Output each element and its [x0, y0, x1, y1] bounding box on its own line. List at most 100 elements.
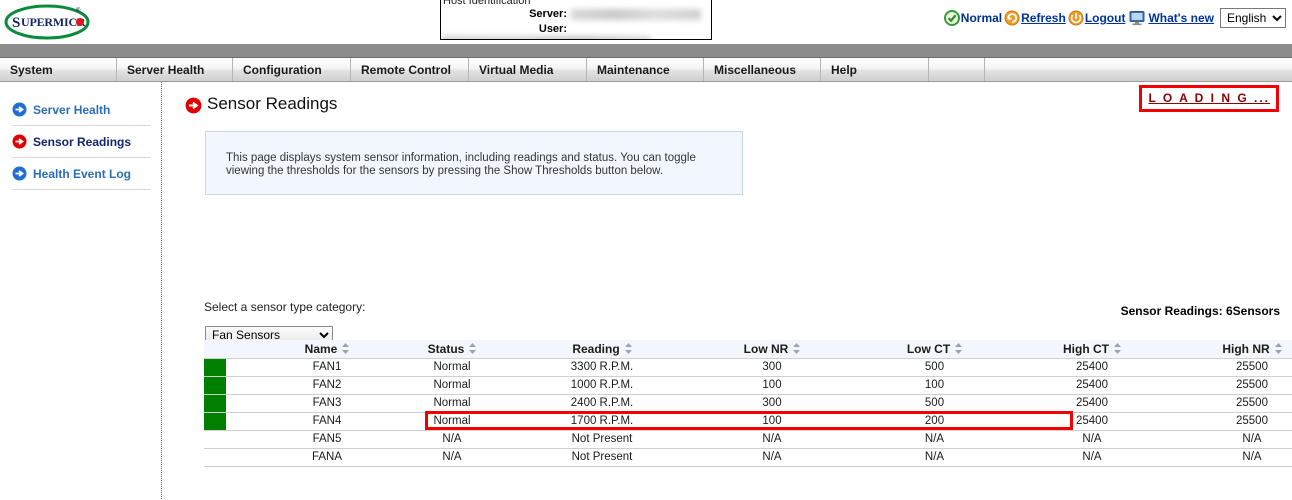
nav-label: Virtual Media: [479, 62, 554, 77]
cell-low-ct: 500: [857, 358, 1012, 377]
column-header-label: High NR: [1222, 341, 1270, 356]
cell-low-nr: N/A: [687, 448, 857, 467]
cell-reading: 1000 R.P.M.: [517, 376, 687, 395]
cell-name: FAN3: [267, 394, 387, 413]
arrow-right-red-icon: [185, 97, 202, 113]
sidebar-item-sensor-readings[interactable]: Sensor Readings: [12, 126, 151, 158]
sidebar-label: Server Health: [33, 102, 111, 117]
status-led-green: [204, 358, 226, 376]
host-user-row: User:: [441, 23, 711, 39]
loading-badge: L O A D I N G ...: [1139, 85, 1279, 112]
language-select[interactable]: English: [1220, 8, 1286, 28]
column-header-label: Reading: [572, 341, 620, 356]
cell-reading: Not Present: [517, 448, 687, 467]
info-text: This page displays system sensor informa…: [226, 152, 696, 177]
sort-arrows-icon: [793, 343, 801, 355]
cell-low-ct: 500: [857, 394, 1012, 413]
cell-high-nr: N/A: [1172, 430, 1292, 449]
cell-high-ct: N/A: [1012, 430, 1172, 449]
arrow-right-blue-icon: [12, 102, 27, 117]
column-header-high-nr[interactable]: High NR: [1172, 340, 1292, 359]
cell-low-nr: N/A: [687, 430, 857, 449]
column-header-high-ct[interactable]: High CT: [1012, 340, 1172, 359]
cell-high-nr: 25500: [1172, 358, 1292, 377]
table-row[interactable]: FAN2 Normal 1000 R.P.M. 100 100 25400 25…: [204, 376, 1292, 395]
table-row[interactable]: FAN3 Normal 2400 R.P.M. 300 500 25400 25…: [204, 394, 1292, 413]
column-header-label: Name: [304, 341, 338, 356]
cell-high-ct: 25400: [1012, 412, 1172, 431]
sidebar: Server Health Sensor Readings Health Eve…: [0, 82, 162, 499]
nav-label: Configuration: [243, 62, 322, 77]
cell-high-nr: 25500: [1172, 376, 1292, 395]
column-header-low-ct[interactable]: Low CT: [857, 340, 1012, 359]
nav-item-configuration[interactable]: Configuration: [233, 58, 351, 81]
page-title-text: Sensor Readings: [207, 94, 338, 113]
top-bar: S UPERMICR ® Host Identification Server:…: [0, 0, 1292, 44]
column-header-label: Low CT: [906, 341, 951, 356]
row-gap-cell: [227, 376, 267, 395]
table-row[interactable]: FANA N/A Not Present N/A N/A N/A N/A: [204, 448, 1292, 467]
row-gap-cell: [227, 412, 267, 431]
cell-low-nr: 100: [687, 376, 857, 395]
nav-item-server-health[interactable]: Server Health: [117, 58, 233, 81]
cell-low-nr: 300: [687, 394, 857, 413]
cell-high-nr: 25500: [1172, 412, 1292, 431]
host-identification-panel: Host Identification Server: User:: [440, 0, 712, 40]
cell-status: N/A: [387, 448, 517, 467]
refresh-link[interactable]: Refresh: [1021, 11, 1066, 25]
whats-new-link[interactable]: What's new: [1148, 11, 1214, 25]
status-led-cell: [204, 448, 227, 467]
host-server-row: Server:: [441, 8, 711, 20]
column-header-low-nr[interactable]: Low NR: [687, 340, 857, 359]
cell-low-nr: 100: [687, 412, 857, 431]
column-header-name[interactable]: Name: [267, 340, 387, 359]
column-header-label: Low NR: [743, 341, 789, 356]
page-title: Sensor Readings: [185, 94, 337, 114]
cell-name: FAN5: [267, 430, 387, 449]
row-gap-cell: [227, 448, 267, 467]
nav-filler: [929, 58, 985, 81]
main-content: Sensor Readings L O A D I N G ... This p…: [163, 82, 1292, 499]
arrow-right-red-icon: [12, 134, 27, 149]
table-row[interactable]: FAN4 Normal 1700 R.P.M. 100 200 25400 25…: [204, 412, 1292, 431]
cell-low-ct: N/A: [857, 430, 1012, 449]
main-navigation: System Server Health Configuration Remot…: [0, 58, 1292, 82]
host-server-label: Server:: [529, 8, 567, 20]
table-header-row: Name Status Reading Low NR Low CT High C…: [204, 340, 1292, 359]
row-gap-cell: [227, 394, 267, 413]
cell-reading: Not Present: [517, 430, 687, 449]
column-header-reading[interactable]: Reading: [517, 340, 687, 359]
row-gap-cell: [227, 430, 267, 449]
nav-item-maintenance[interactable]: Maintenance: [587, 58, 704, 81]
cell-high-ct: 25400: [1012, 358, 1172, 377]
svg-text:®: ®: [76, 7, 81, 14]
sidebar-item-server-health[interactable]: Server Health: [12, 94, 151, 126]
loading-text: L O A D I N G ...: [1148, 91, 1270, 105]
status-led-green: [204, 394, 226, 412]
table-row[interactable]: FAN5 N/A Not Present N/A N/A N/A N/A: [204, 430, 1292, 449]
cell-reading: 1700 R.P.M.: [517, 412, 687, 431]
cell-high-ct: N/A: [1012, 448, 1172, 467]
logout-link[interactable]: Logout: [1085, 11, 1126, 25]
column-header-status[interactable]: Status: [387, 340, 517, 359]
nav-item-help[interactable]: Help: [821, 58, 929, 81]
cell-status: Normal: [387, 412, 517, 431]
sidebar-item-health-event-log[interactable]: Health Event Log: [12, 158, 151, 190]
refresh-icon[interactable]: [1004, 10, 1020, 26]
cell-status: Normal: [387, 394, 517, 413]
table-row[interactable]: FAN1 Normal 3300 R.P.M. 300 500 25400 25…: [204, 358, 1292, 377]
nav-item-miscellaneous[interactable]: Miscellaneous: [704, 58, 821, 81]
page-title-row: Sensor Readings L O A D I N G ...: [163, 82, 1292, 122]
monitor-icon: [1127, 10, 1147, 26]
nav-item-virtual-media[interactable]: Virtual Media: [469, 58, 587, 81]
cell-status: N/A: [387, 430, 517, 449]
cell-name: FAN4: [267, 412, 387, 431]
cell-status: Normal: [387, 358, 517, 377]
nav-item-remote-control[interactable]: Remote Control: [351, 58, 469, 81]
nav-item-system[interactable]: System: [0, 58, 117, 81]
sensor-readings-table: Name Status Reading Low NR Low CT High C…: [204, 340, 1292, 467]
nav-label: Miscellaneous: [714, 62, 797, 77]
status-bar: Normal Refresh Logout What's new English: [943, 8, 1286, 28]
header-divider-bar: [0, 44, 1292, 58]
logout-icon[interactable]: [1068, 10, 1084, 26]
